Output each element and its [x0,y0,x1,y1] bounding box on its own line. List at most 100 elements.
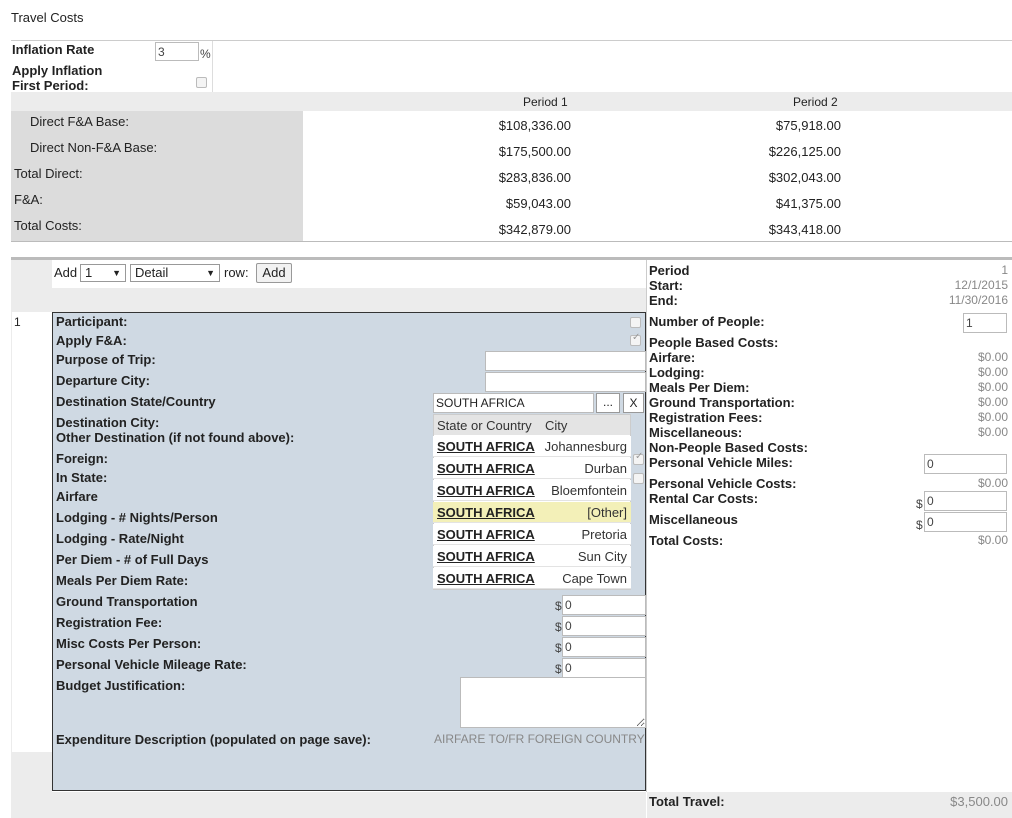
departure-city-label: Departure City: [56,373,150,388]
period-value: 1 [1001,263,1008,277]
lodging-cost-label: Lodging: [649,365,705,380]
destination-city-label: Destination City: [56,415,160,430]
option-country: SOUTH AFRICA [437,527,535,542]
dropdown-option[interactable]: SOUTH AFRICA Durban [433,458,631,479]
misc-cost-value: $0.00 [977,425,1008,439]
summary-row-label: Direct Non-F&A Base: [30,140,158,155]
registration-cost-label: Registration Fees: [649,410,763,425]
option-city: Johannesburg [544,439,627,454]
summary-p2-value: $41,375.00 [775,196,841,211]
dollar-sign: $ [555,662,562,676]
dropdown-option[interactable]: SOUTH AFRICA Sun City [433,546,631,567]
clear-button[interactable]: X [623,393,644,413]
misc-cost-label: Miscellaneous: [649,425,743,440]
dropdown-option-highlighted[interactable]: SOUTH AFRICA [Other] [433,502,631,523]
dropdown-header-city: City [545,418,568,433]
meals-rate-label: Meals Per Diem Rate: [56,573,189,588]
summary-header-bar [11,92,1012,111]
misc-costs-label: Misc Costs Per Person: [56,636,202,651]
number-of-people-label: Number of People: [649,314,765,329]
lodging-cost-value: $0.00 [977,365,1008,379]
add-row-button[interactable]: Add [256,263,292,283]
detail-header-subbar [52,288,646,312]
add-type-select[interactable]: Detail ▼ [130,264,220,282]
option-city: Cape Town [562,571,627,586]
airfare-cost-label: Airfare: [649,350,696,365]
airfare-cost-value: $0.00 [977,350,1008,364]
total-costs-label: Total Costs: [649,533,724,548]
period-1-header: Period 1 [523,95,568,109]
summary-p2-value: $75,918.00 [775,118,841,133]
destination-state-input[interactable] [433,393,594,413]
budget-justification-label: Budget Justification: [56,678,186,693]
misc-nonpeople-label: Miscellaneous [649,512,738,527]
purpose-label: Purpose of Trip: [56,352,156,367]
rental-car-input[interactable] [924,491,1007,511]
option-city: [Other] [587,505,627,520]
dropdown-option[interactable]: SOUTH AFRICA Bloemfontein [433,480,631,501]
dollar-sign: $ [916,497,923,511]
summary-p2-value: $226,125.00 [768,144,841,159]
summary-row-label: Total Direct: [14,166,83,181]
summary-p1-value: $108,336.00 [498,118,571,133]
summary-row-label: F&A: [14,192,43,207]
registration-fee-input[interactable] [562,616,646,636]
lodging-rate-label: Lodging - Rate/Night [56,531,184,546]
page-title: Travel Costs [11,10,84,25]
inflation-rate-input[interactable] [155,42,199,61]
total-travel-label: Total Travel: [649,794,725,809]
detail-bottom-bar [52,792,646,818]
misc-nonpeople-input[interactable] [924,512,1007,532]
dollar-sign: $ [555,641,562,655]
budget-justification-textarea[interactable] [460,677,646,728]
participant-checkbox[interactable] [630,317,641,328]
dropdown-option[interactable]: SOUTH AFRICA Johannesburg [433,436,631,457]
departure-city-input[interactable] [485,372,646,392]
rental-car-label: Rental Car Costs: [649,491,759,506]
in-state-label: In State: [56,470,108,485]
ground-cost-value: $0.00 [977,395,1008,409]
dropdown-option[interactable]: SOUTH AFRICA Pretoria [433,524,631,545]
option-country: SOUTH AFRICA [437,571,535,586]
end-label: End: [649,293,678,308]
participant-label: Participant: [56,314,128,329]
option-country: SOUTH AFRICA [437,549,535,564]
mileage-rate-input[interactable] [562,658,646,678]
option-city: Pretoria [581,527,627,542]
destination-state-label: Destination State/Country [56,394,216,409]
right-panel-divider [646,260,647,792]
summary-p2-value: $343,418.00 [768,222,841,237]
number-of-people-input[interactable] [963,313,1007,333]
mileage-rate-label: Personal Vehicle Mileage Rate: [56,657,247,672]
vehicle-miles-input[interactable] [924,454,1007,474]
per-diem-days-label: Per Diem - # of Full Days [56,552,209,567]
in-state-checkbox[interactable] [633,473,644,484]
airfare-label: Airfare [56,489,98,504]
lookup-button[interactable]: ... [596,393,620,413]
dropdown-arrow-icon: ▼ [206,268,215,278]
percent-sign: % [200,47,211,61]
registration-fee-label: Registration Fee: [56,615,163,630]
apply-inflation-checkbox[interactable] [196,77,207,88]
dropdown-option[interactable]: SOUTH AFRICA Cape Town [433,568,631,589]
summary-p1-value: $175,500.00 [498,144,571,159]
add-count-select[interactable]: 1 ▼ [80,264,126,282]
apply-fa-checkbox[interactable]: ✓ [630,332,641,346]
dollar-sign: $ [555,599,562,613]
registration-cost-value: $0.00 [977,410,1008,424]
inflation-divider [212,41,213,92]
misc-costs-input[interactable] [562,637,646,657]
start-value: 12/1/2015 [954,278,1008,292]
dropdown-arrow-icon: ▼ [112,268,121,278]
ground-transportation-label: Ground Transportation [56,594,198,609]
foreign-checkbox[interactable]: ✓ [633,451,644,465]
row-label: row: [224,265,249,280]
option-country: SOUTH AFRICA [437,483,535,498]
summary-p1-value: $59,043.00 [505,196,571,211]
start-label: Start: [649,278,683,293]
period-2-header: Period 2 [793,95,838,109]
apply-inflation-label-2: First Period: [12,78,89,93]
total-travel-value: $3,500.00 [950,794,1008,809]
purpose-input[interactable] [485,351,646,371]
ground-transportation-input[interactable] [562,595,646,615]
